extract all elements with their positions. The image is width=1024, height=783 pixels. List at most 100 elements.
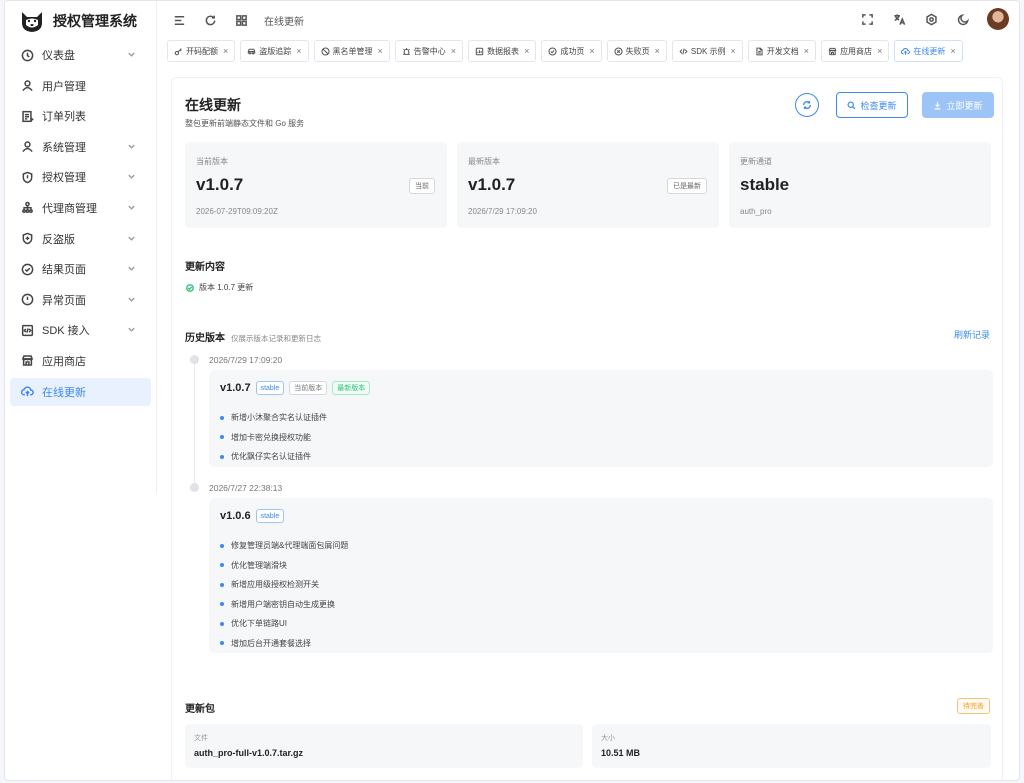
- release-date: 2026/7/29 17:09:20: [209, 355, 283, 365]
- tab[interactable]: 在线更新 ×: [894, 40, 963, 62]
- close-icon[interactable]: ×: [589, 46, 594, 56]
- chevron-down-icon: [127, 172, 137, 182]
- sidebar-item[interactable]: 反盗版: [10, 225, 151, 253]
- close-icon[interactable]: ×: [731, 46, 736, 56]
- user-icon: [20, 140, 34, 154]
- release-note: 修复管理员端&代理端面包屑问题: [220, 536, 348, 556]
- current-version-label: 当前版本: [196, 157, 228, 166]
- sidebar-item[interactable]: 结果页面: [10, 255, 151, 283]
- package-file-value: auth_pro-full-v1.0.7.tar.gz: [194, 748, 304, 758]
- channel-label: 更新通道: [740, 157, 772, 166]
- tab-label: 开发文档: [766, 46, 799, 56]
- order-list-icon: [20, 109, 34, 123]
- topbar: 在线更新: [157, 1, 1019, 39]
- sidebar-item[interactable]: 异常页面: [10, 286, 151, 314]
- tab-label: 失败页: [625, 46, 650, 56]
- main-card: 在线更新 整包更新前端静态文件和 Go 服务 检查更新 立即更新 当前版本 v1…: [171, 77, 1003, 780]
- alert-circle-icon: [20, 293, 34, 307]
- sidebar-menu: 仪表盘用户管理 订单列表系统管理授权管理代理商管理反盗版 结果页面异常页面 SDK 接…: [5, 41, 156, 406]
- brand[interactable]: 授权管理系统: [5, 1, 156, 41]
- avatar[interactable]: [987, 8, 1009, 30]
- sidebar-item-label: SDK 接入: [42, 325, 90, 338]
- sidebar-item-label: 系统管理: [42, 141, 86, 154]
- close-icon[interactable]: ×: [296, 46, 301, 56]
- tab[interactable]: 应用商店 ×: [821, 40, 890, 62]
- release-note: 优化下单链路UI: [220, 614, 348, 634]
- report-icon: [475, 47, 484, 55]
- sidebar-item[interactable]: SDK 接入: [10, 316, 151, 344]
- close-icon[interactable]: ×: [223, 46, 228, 56]
- tab[interactable]: 黑名单管理 ×: [313, 40, 390, 62]
- channel-sub: auth_pro: [740, 207, 772, 216]
- reload-icon[interactable]: [202, 12, 218, 28]
- close-icon[interactable]: ×: [524, 46, 529, 56]
- timeline-dot: [190, 483, 199, 492]
- chevron-down-icon: [127, 50, 137, 60]
- fullscreen-icon[interactable]: [859, 11, 875, 27]
- close-icon[interactable]: ×: [655, 46, 660, 56]
- package-status-badge: 待完善: [957, 698, 990, 714]
- tab[interactable]: 成功页 ×: [541, 40, 602, 62]
- channel-card: 更新通道 stable auth_pro: [729, 142, 991, 228]
- package-title: 更新包: [185, 704, 215, 715]
- menu-toggle-icon[interactable]: [171, 12, 187, 28]
- sidebar-item[interactable]: 在线更新: [10, 377, 151, 406]
- tab-label: 开码配额: [186, 46, 218, 56]
- tab[interactable]: 开码配额 ×: [167, 40, 236, 62]
- tab[interactable]: 开发文档 ×: [747, 40, 817, 62]
- tab[interactable]: SDK 示例 ×: [671, 40, 743, 62]
- code-icon: [679, 47, 688, 55]
- translate-icon[interactable]: [891, 11, 907, 27]
- refresh-button[interactable]: [795, 93, 819, 117]
- tab[interactable]: 失败页 ×: [606, 40, 667, 62]
- release-note: 新增应用级授权检测开关: [220, 575, 348, 595]
- sidebar-item[interactable]: 授权管理: [10, 163, 151, 191]
- package-file-label: 文件: [194, 735, 208, 742]
- sidebar-item-label: 在线更新: [42, 386, 86, 399]
- release-version: v1.0.7: [220, 382, 251, 394]
- x-circle-icon: [614, 46, 623, 56]
- close-icon[interactable]: ×: [877, 46, 882, 56]
- check-update-button[interactable]: 检查更新: [836, 92, 908, 118]
- sidebar-item[interactable]: 订单列表: [10, 102, 151, 130]
- release-notes: 新增小沐聚合实名认证插件 增加卡密兑换授权功能 优化飘仔实名认证插件: [220, 408, 327, 467]
- sidebar-item[interactable]: 用户管理: [10, 72, 151, 100]
- tab[interactable]: 告警中心 ×: [394, 40, 464, 62]
- moon-icon[interactable]: [955, 11, 971, 27]
- tab[interactable]: 数据报表 ×: [468, 40, 537, 62]
- check-circle-icon: [548, 46, 557, 56]
- key-icon: [174, 47, 182, 55]
- chevron-down-icon: [127, 295, 137, 305]
- shield-icon: [22, 171, 32, 184]
- order-list-icon: [21, 110, 34, 122]
- current-version-time: 2026-07-29T09:09:20Z: [196, 207, 278, 216]
- sidebar-item[interactable]: 应用商店: [10, 347, 151, 375]
- tab-label: 盗版追踪: [259, 46, 292, 56]
- latest-version-label: 最新版本: [468, 157, 500, 166]
- history-title-text: 历史版本: [185, 333, 225, 344]
- sidebar-item-label: 授权管理: [42, 172, 86, 185]
- close-icon[interactable]: ×: [451, 46, 456, 56]
- cloud-upload-icon: [20, 385, 34, 399]
- release-note: 新增小沐聚合实名认证插件: [220, 408, 327, 428]
- settings-icon[interactable]: [923, 11, 939, 27]
- tab[interactable]: 盗版追踪 ×: [240, 40, 309, 62]
- sidebar-item-label: 仪表盘: [42, 50, 75, 62]
- close-icon[interactable]: ×: [804, 46, 809, 56]
- grid-icon[interactable]: [233, 12, 249, 28]
- close-icon[interactable]: ×: [950, 46, 955, 56]
- close-icon[interactable]: ×: [378, 46, 383, 56]
- sidebar-item[interactable]: 代理商管理: [10, 194, 151, 222]
- update-now-button[interactable]: 立即更新: [922, 92, 994, 118]
- ban-icon: [320, 46, 330, 56]
- sidebar-item[interactable]: 仪表盘: [10, 41, 151, 69]
- latest-version-value: v1.0.7: [468, 175, 516, 194]
- tab-label: 黑名单管理: [332, 46, 373, 56]
- chevron-down-icon: [127, 203, 137, 213]
- sidebar-item[interactable]: 系统管理: [10, 133, 151, 161]
- refresh-history-link[interactable]: 刷新记录: [954, 328, 990, 341]
- latest-version-card: 最新版本 v1.0.7 2026/7/29 17:09:20 已是最新: [457, 142, 719, 228]
- sidebar-item-label: 代理商管理: [42, 202, 97, 215]
- page-title: 在线更新: [185, 97, 241, 113]
- check-update-label: 检查更新: [860, 100, 897, 111]
